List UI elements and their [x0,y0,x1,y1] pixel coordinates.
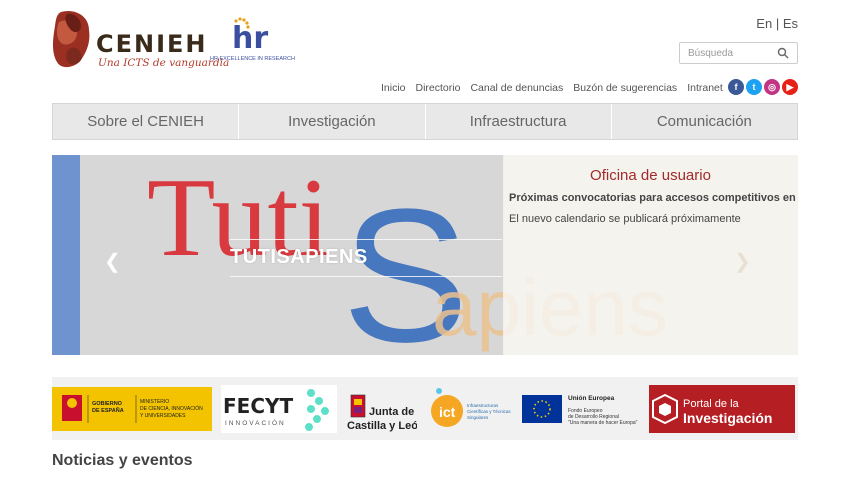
topnav-intranet[interactable]: Intranet [687,82,723,94]
hr-excellence-badge[interactable]: hr HR EXCELLENCE IN RESEARCH [210,16,295,66]
hero-slider: Tuti S apiens Oficina de usuario Próxima… [52,155,798,355]
social-links: f t ◎ ▶ [728,79,798,95]
search-box [679,42,798,64]
svg-text:hr: hr [232,21,268,54]
slider-prev-arrow-icon[interactable]: ❮ [104,249,121,274]
lang-separator: | [775,16,780,31]
sponsor-portal-investigacion[interactable]: Portal de la Investigación [649,385,795,433]
junta-line-2: Castilla y León [347,420,417,432]
ministerio-line-1: MINISTERIO [140,399,169,405]
facebook-icon[interactable]: f [728,79,744,95]
mainnav-comunicacion[interactable]: Comunicación [612,104,797,139]
gobierno-line-2: DE ESPAÑA [92,407,124,414]
portal-line-1: Portal de la [683,398,740,410]
fecyt-sub: INNOVACIÓN [225,418,286,427]
cenieh-mark-icon [53,10,90,68]
sponsor-junta-castilla-leon[interactable]: Junta de Castilla y León [345,385,417,433]
topnav-inicio[interactable]: Inicio [381,82,406,94]
instagram-icon[interactable]: ◎ [764,79,780,95]
search-input[interactable] [680,43,770,64]
topnav-canal-denuncias[interactable]: Canal de denuncias [470,82,563,94]
lang-es-link[interactable]: Es [783,16,798,31]
ministerio-line-3: Y UNIVERSIDADES [140,413,186,419]
youtube-icon[interactable]: ▶ [782,79,798,95]
ue-title: Unión Europea [568,395,615,402]
ue-line-3: "Una manera de hacer Europa" [568,420,638,426]
slide-caption-text: TUTISAPIENS [230,246,368,268]
logo-name: CENIEH [96,30,208,58]
sponsor-icts[interactable]: ict Infraestructuras Científicas y Técni… [429,385,513,433]
hr-badge-text: HR EXCELLENCE IN RESEARCH [210,56,295,62]
sponsor-gobierno-espana[interactable]: GOBIERNO DE ESPAÑA MINISTERIO DE CIENCIA… [52,385,212,433]
topnav-buzon-sugerencias[interactable]: Buzón de sugerencias [573,82,677,94]
top-navigation: Inicio Directorio Canal de denuncias Buz… [381,82,723,94]
svg-text:ict: ict [439,404,456,420]
mainnav-sobre-cenieh[interactable]: Sobre el CENIEH [53,104,240,139]
lang-en-link[interactable]: En [756,16,772,31]
search-icon[interactable] [777,47,789,59]
icts-line-1: Infraestructuras [467,403,499,408]
main-navigation: Sobre el CENIEH Investigación Infraestru… [52,103,798,140]
icts-line-3: Singulares [467,415,489,420]
sponsor-fecyt[interactable]: FECYT INNOVACIÓN [221,385,337,433]
twitter-icon[interactable]: t [746,79,762,95]
topnav-directorio[interactable]: Directorio [416,82,461,94]
icts-line-2: Científicas y Técnicas [467,409,511,414]
cenieh-logo[interactable]: CENIEH Una ICTS de vanguardia [51,8,229,74]
junta-line-1: Junta de [369,406,414,418]
sponsors-bar: GOBIERNO DE ESPAÑA MINISTERIO DE CIENCIA… [52,377,798,440]
sponsor-union-europea[interactable]: Unión Europea Fondo Europeo de Desarroll… [520,385,646,433]
ministerio-line-2: DE CIENCIA, INNOVACIÓN [140,405,203,412]
news-events-heading: Noticias y eventos [52,452,193,469]
user-office-panel[interactable]: Oficina de usuario Próximas convocatoria… [503,155,798,355]
office-text: El nuevo calendario se publicará próxima… [509,213,741,225]
mainnav-infraestructura[interactable]: Infraestructura [426,104,612,139]
language-switcher: En | Es [756,16,798,31]
fecyt-name: FECYT [223,394,293,418]
slider-next-arrow-icon[interactable]: ❯ [734,249,751,274]
portal-line-2: Investigación [683,410,772,426]
mainnav-investigacion[interactable]: Investigación [239,104,426,139]
office-title[interactable]: Oficina de usuario [503,167,798,184]
hr-logo-icon: hr [232,17,268,56]
gobierno-line-1: GOBIERNO [92,401,123,407]
slide-caption[interactable]: TUTISAPIENS [230,239,502,277]
office-subtitle: Próximas convocatorias para accesos comp… [509,192,798,204]
